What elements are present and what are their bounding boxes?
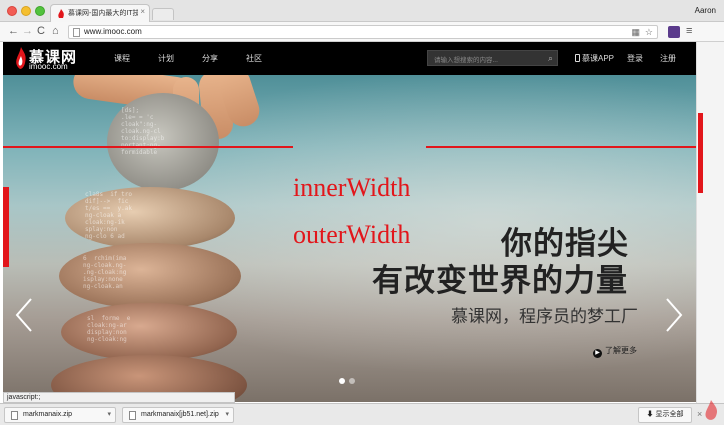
stone-image: 6 rchim(ima ng-cloak.ng- .ng-cloak:ng is… bbox=[59, 243, 241, 309]
flame-logo-icon bbox=[16, 47, 26, 69]
show-all-label: 显示全部 bbox=[655, 411, 684, 418]
download-item[interactable]: markmanaix.zip ▾ bbox=[4, 407, 116, 423]
learn-more-label: 了解更多 bbox=[605, 346, 637, 355]
tab-title: 慕课网-国内最大的IT技能学 bbox=[68, 10, 138, 17]
download-item[interactable]: markmanaix[jb51.net].zip ▾ bbox=[122, 407, 234, 423]
site-logo[interactable]: 慕课网 imooc.com bbox=[15, 47, 81, 71]
stone-image: cla8s if tro dif]--> fic t/es == y.ak ng… bbox=[65, 187, 235, 249]
nav-share[interactable]: 分享 bbox=[202, 53, 218, 64]
window-minimize-button[interactable] bbox=[21, 6, 31, 16]
app-link-label: 慕课APP bbox=[582, 54, 615, 63]
inner-width-label: innerWidth bbox=[293, 173, 411, 202]
tab-close-icon[interactable]: × bbox=[140, 7, 145, 16]
imooc-flame-icon bbox=[58, 9, 64, 18]
extension-icon[interactable] bbox=[668, 26, 680, 38]
bookmark-star-icon[interactable]: ☆ bbox=[645, 27, 653, 38]
window-zoom-button[interactable] bbox=[35, 6, 45, 16]
browser-menu-icon[interactable]: ≡ bbox=[686, 25, 692, 37]
site-search-input[interactable]: 请输入想搜索的内容... ⌕ bbox=[427, 50, 558, 66]
outer-width-guide-bar bbox=[698, 113, 703, 193]
play-circle-icon: ▶ bbox=[593, 349, 602, 358]
nav-community[interactable]: 社区 bbox=[246, 53, 262, 64]
search-placeholder: 请输入想搜索的内容... bbox=[434, 57, 498, 64]
window-close-button[interactable] bbox=[7, 6, 17, 16]
profile-name[interactable]: Aaron bbox=[695, 6, 716, 15]
download-shelf: markmanaix.zip ▾ markmanaix[jb51.net].zi… bbox=[0, 403, 724, 425]
stone-code-text: 6 rchim(ima ng-cloak.ng- .ng-cloak:ng is… bbox=[83, 255, 127, 290]
slide-indicator bbox=[339, 378, 363, 386]
next-slide-arrow-icon[interactable] bbox=[665, 297, 683, 333]
chevron-down-icon[interactable]: ▾ bbox=[107, 410, 111, 418]
stone-code-text: cla8s if tro dif]--> fic t/es == y.ak ng… bbox=[85, 191, 132, 240]
register-link[interactable]: 注册 bbox=[660, 53, 676, 64]
hero-banner[interactable]: [ds]; .le= = 'c cloak":ng- cloak.ng-cl t… bbox=[3, 75, 696, 402]
stone-code-text: [ds]; .le= = 'c cloak":ng- cloak.ng-cl t… bbox=[121, 107, 165, 156]
browser-toolbar: ← → C ⌂ www.imooc.com ▦ ☆ ≡ bbox=[0, 22, 724, 42]
nav-plans[interactable]: 计划 bbox=[158, 53, 174, 64]
learn-more-link[interactable]: ▶ 了解更多 bbox=[593, 345, 637, 358]
outer-width-guide-bar bbox=[3, 187, 9, 267]
search-icon[interactable]: ⌕ bbox=[548, 53, 553, 64]
nav-courses[interactable]: 课程 bbox=[114, 53, 130, 64]
app-download-link[interactable]: 慕课APP bbox=[575, 53, 614, 64]
url-text[interactable]: www.imooc.com bbox=[84, 27, 142, 36]
slide-dot-active[interactable] bbox=[339, 378, 345, 384]
stone-image: [ds]; .le= = 'c cloak":ng- cloak.ng-cl t… bbox=[107, 93, 219, 191]
reload-icon[interactable]: C bbox=[37, 25, 45, 37]
home-icon[interactable]: ⌂ bbox=[52, 25, 59, 37]
prev-slide-arrow-icon[interactable] bbox=[15, 297, 33, 333]
chevron-down-icon[interactable]: ▾ bbox=[225, 410, 229, 418]
stone-image: sl forme e cloak:ng-ar display:non ng-cl… bbox=[61, 303, 237, 361]
download-file-name: markmanaix[jb51.net].zip bbox=[141, 411, 219, 418]
inner-width-guide-line bbox=[426, 146, 696, 148]
qr-grid-icon[interactable]: ▦ bbox=[631, 27, 640, 38]
stone-code-text: sl forme e cloak:ng-ar display:non ng-cl… bbox=[87, 315, 131, 343]
new-tab-button[interactable] bbox=[152, 8, 174, 20]
file-icon bbox=[11, 411, 18, 420]
show-all-downloads-button[interactable]: ⬇ 显示全部 bbox=[638, 407, 692, 423]
imooc-watermark-icon bbox=[705, 400, 718, 420]
slide-dot[interactable] bbox=[349, 378, 355, 384]
hero-slogan-line2: 有改变世界的力量 bbox=[372, 263, 628, 298]
browser-tab-bar: 慕课网-国内最大的IT技能学 × Aaron bbox=[0, 0, 724, 22]
file-icon bbox=[129, 411, 136, 420]
status-bar-url: javascript:; bbox=[3, 392, 235, 403]
phone-icon bbox=[575, 54, 580, 62]
back-arrow-icon[interactable]: ← bbox=[8, 25, 19, 37]
address-bar[interactable]: www.imooc.com ▦ ☆ bbox=[68, 25, 658, 39]
login-link[interactable]: 登录 bbox=[627, 53, 643, 64]
page-scrollbar[interactable] bbox=[696, 42, 724, 404]
site-header: 慕课网 imooc.com 课程 计划 分享 社区 请输入想搜索的内容... ⌕… bbox=[3, 42, 696, 75]
close-shelf-icon[interactable]: × bbox=[697, 409, 702, 419]
outer-width-label: outerWidth bbox=[293, 220, 411, 249]
forward-arrow-icon[interactable]: → bbox=[22, 25, 33, 37]
inner-width-guide-line bbox=[3, 146, 293, 148]
page-icon bbox=[73, 28, 80, 37]
logo-domain: imooc.com bbox=[29, 62, 68, 71]
hero-subline: 慕课网，程序员的梦工厂 bbox=[451, 307, 638, 326]
browser-tab-active[interactable]: 慕课网-国内最大的IT技能学 × bbox=[50, 4, 150, 22]
download-file-name: markmanaix.zip bbox=[23, 411, 73, 418]
